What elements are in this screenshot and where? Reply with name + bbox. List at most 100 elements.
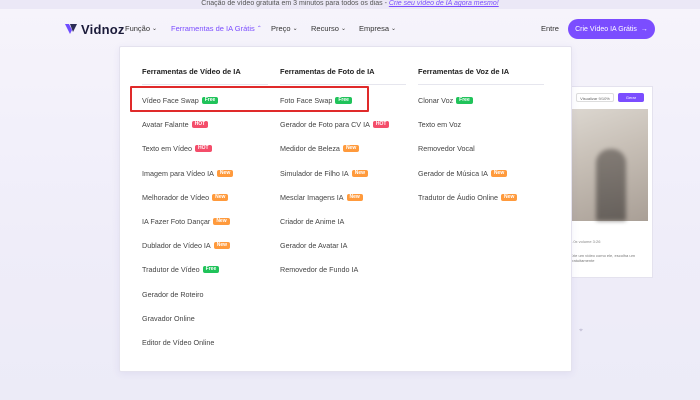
divider (418, 84, 544, 85)
menu-item-label: IA Fazer Foto Dançar (142, 217, 211, 226)
chevron-down-icon: ⌄ (340, 26, 346, 32)
menu-item-label: Clonar Voz (418, 96, 454, 105)
hot-badge: HOT (194, 145, 212, 153)
preview-video[interactable] (570, 109, 648, 221)
menu-item[interactable]: Dublador de Vídeo IA New (142, 241, 231, 250)
menu-item[interactable]: Mesclar Imagens IA New (280, 193, 363, 202)
menu-item[interactable]: Gerador de Avatar IA (280, 241, 347, 250)
menu-item-label: Gerador de Avatar IA (280, 241, 348, 251)
menu-item-label: Melhorador de Vídeo (142, 192, 210, 202)
cursor-icon: ⌖ (579, 327, 583, 334)
menu-item[interactable]: Removedor Vocal (418, 144, 475, 153)
divider (280, 84, 406, 85)
nav-label: Preço (271, 24, 291, 33)
menu-item[interactable]: Gerador de Foto para CV IA HOT (280, 120, 390, 130)
announcement-bar: Criação de vídeo gratuita em 3 minutos p… (0, 0, 700, 9)
nav-recurso[interactable]: Recurso ⌄ (311, 24, 346, 33)
nav-label: Ferramentas de IA Grátis (171, 24, 255, 33)
new-badge: New (213, 242, 231, 250)
preview-card: Visualizar 9/10% Gerar 1.0x volume 3:26 … (570, 86, 653, 278)
column-title: Ferramentas de Vídeo de IA (142, 67, 241, 76)
column-title: Ferramentas de Voz de IA (418, 67, 510, 76)
menu-item[interactable]: IA Fazer Foto Dançar New (142, 217, 230, 226)
menu-item[interactable]: Gerador de Música IA New (418, 168, 508, 178)
menu-item-label: Gerador de Foto para CV IA (280, 120, 370, 130)
menu-item-label: Removedor Vocal (418, 144, 475, 154)
logo-text: Vidnoz (81, 21, 125, 37)
video-tools-column: Ferramentas de Vídeo de IA (142, 67, 268, 85)
menu-item[interactable]: Criador de Anime IA (280, 217, 344, 226)
menu-item-label: Imagem para Vídeo IA (142, 168, 214, 178)
announcement-text: Criação de vídeo gratuita em 3 minutos p… (201, 0, 389, 7)
chevron-down-icon: ⌄ (152, 26, 158, 32)
chevron-up-icon: ⌃ (256, 26, 262, 32)
menu-item[interactable]: Texto em Voz (418, 120, 461, 129)
new-badge: New (351, 169, 368, 177)
menu-item-label: Texto em Vídeo (142, 144, 192, 154)
cta-label: Crie Vídeo IA Grátis (575, 25, 637, 33)
menu-item[interactable]: Avatar Falante HOT (142, 120, 209, 130)
menu-item-label: Tradutor de Vídeo (142, 265, 200, 275)
menu-item-label: Tradutor de Áudio Online (418, 192, 499, 202)
nav-label: Função (125, 24, 151, 33)
new-badge: New (216, 169, 234, 177)
preview-caption: Crie um vídeo como ele, escolha um gratu… (570, 253, 635, 263)
new-badge: New (212, 193, 229, 201)
menu-item-label: Removedor de Fundo IA (280, 265, 359, 275)
nav-label: Recurso (311, 24, 339, 33)
hot-badge: HOT (191, 121, 209, 129)
menu-item-label: Simulador de Filho IA (280, 168, 349, 178)
nav-preco[interactable]: Preço ⌄ (271, 24, 298, 33)
login-link[interactable]: Entre (541, 24, 559, 33)
menu-item[interactable]: Texto em Vídeo HOT (142, 144, 212, 153)
free-badge: Free (456, 97, 473, 104)
menu-item[interactable]: Tradutor de Vídeo Free (142, 265, 220, 275)
nav-label: Empresa (359, 24, 390, 33)
nav-empresa[interactable]: Empresa ⌄ (359, 24, 396, 33)
menu-item[interactable]: Medidor de Beleza New (280, 144, 360, 153)
nav-funcao[interactable]: Função ⌄ (125, 24, 157, 33)
menu-item-label: Gravador Online (142, 313, 195, 323)
nav-ferramentas-ia[interactable]: Ferramentas de IA Grátis ⌃ (171, 24, 262, 33)
voice-tools-column: Ferramentas de Voz de IA (418, 67, 544, 85)
menu-item[interactable]: Gerador de Roteiro (142, 290, 204, 299)
menu-item[interactable]: Clonar Voz Free (418, 96, 473, 105)
hot-badge: HOT (372, 121, 390, 129)
chevron-down-icon: ⌄ (391, 26, 397, 32)
menu-item[interactable]: Tradutor de Áudio Online New (418, 192, 518, 202)
video-controls[interactable]: 1.0x volume 3:26 (570, 239, 652, 247)
menu-item-label: Avatar Falante (142, 120, 189, 130)
menu-item[interactable]: Melhorador de Vídeo New (142, 192, 229, 202)
chevron-down-icon: ⌄ (292, 26, 298, 32)
photo-tools-column: Ferramentas de Foto de IA (280, 67, 406, 85)
new-badge: New (346, 193, 363, 201)
new-badge: New (213, 218, 230, 225)
menu-item-label: Mesclar Imagens IA (280, 192, 344, 202)
arrow-right-icon: → (640, 25, 648, 33)
create-video-button[interactable]: Crie Vídeo IA Grátis → (568, 19, 655, 39)
menu-item-label: Editor de Vídeo Online (142, 338, 215, 347)
navbar: Vidnoz Função ⌄ Ferramentas de IA Grátis ⌃… (0, 9, 700, 49)
menu-item[interactable]: Gravador Online (142, 314, 195, 323)
generate-button[interactable]: Gerar (618, 93, 644, 102)
logo[interactable]: Vidnoz (64, 21, 125, 37)
menu-item-label: Criador de Anime IA (280, 217, 345, 226)
divider (142, 84, 268, 85)
column-title: Ferramentas de Foto de IA (280, 67, 375, 76)
new-badge: New (490, 169, 508, 177)
menu-item-label: Gerador de Roteiro (142, 289, 204, 299)
free-badge: Free (202, 266, 220, 274)
vidnoz-logo-icon (65, 24, 77, 34)
person-silhouette (596, 149, 626, 221)
menu-item-label: Texto em Voz (418, 120, 462, 130)
preview-toolbar: Visualizar 9/10% Gerar (570, 93, 652, 103)
preview-button[interactable]: Visualizar 9/10% (576, 93, 614, 102)
new-badge: New (501, 193, 518, 201)
menu-item[interactable]: Editor de Vídeo Online (142, 338, 214, 347)
menu-item[interactable]: Removedor de Fundo IA (280, 265, 358, 274)
menu-item-label: Gerador de Música IA (418, 168, 488, 178)
new-badge: New (342, 145, 360, 153)
menu-item[interactable]: Imagem para Vídeo IA New (142, 168, 234, 178)
announcement-link[interactable]: Crie seu vídeo de IA agora mesmo! (389, 0, 499, 7)
menu-item[interactable]: Simulador de Filho IA New (280, 169, 368, 178)
